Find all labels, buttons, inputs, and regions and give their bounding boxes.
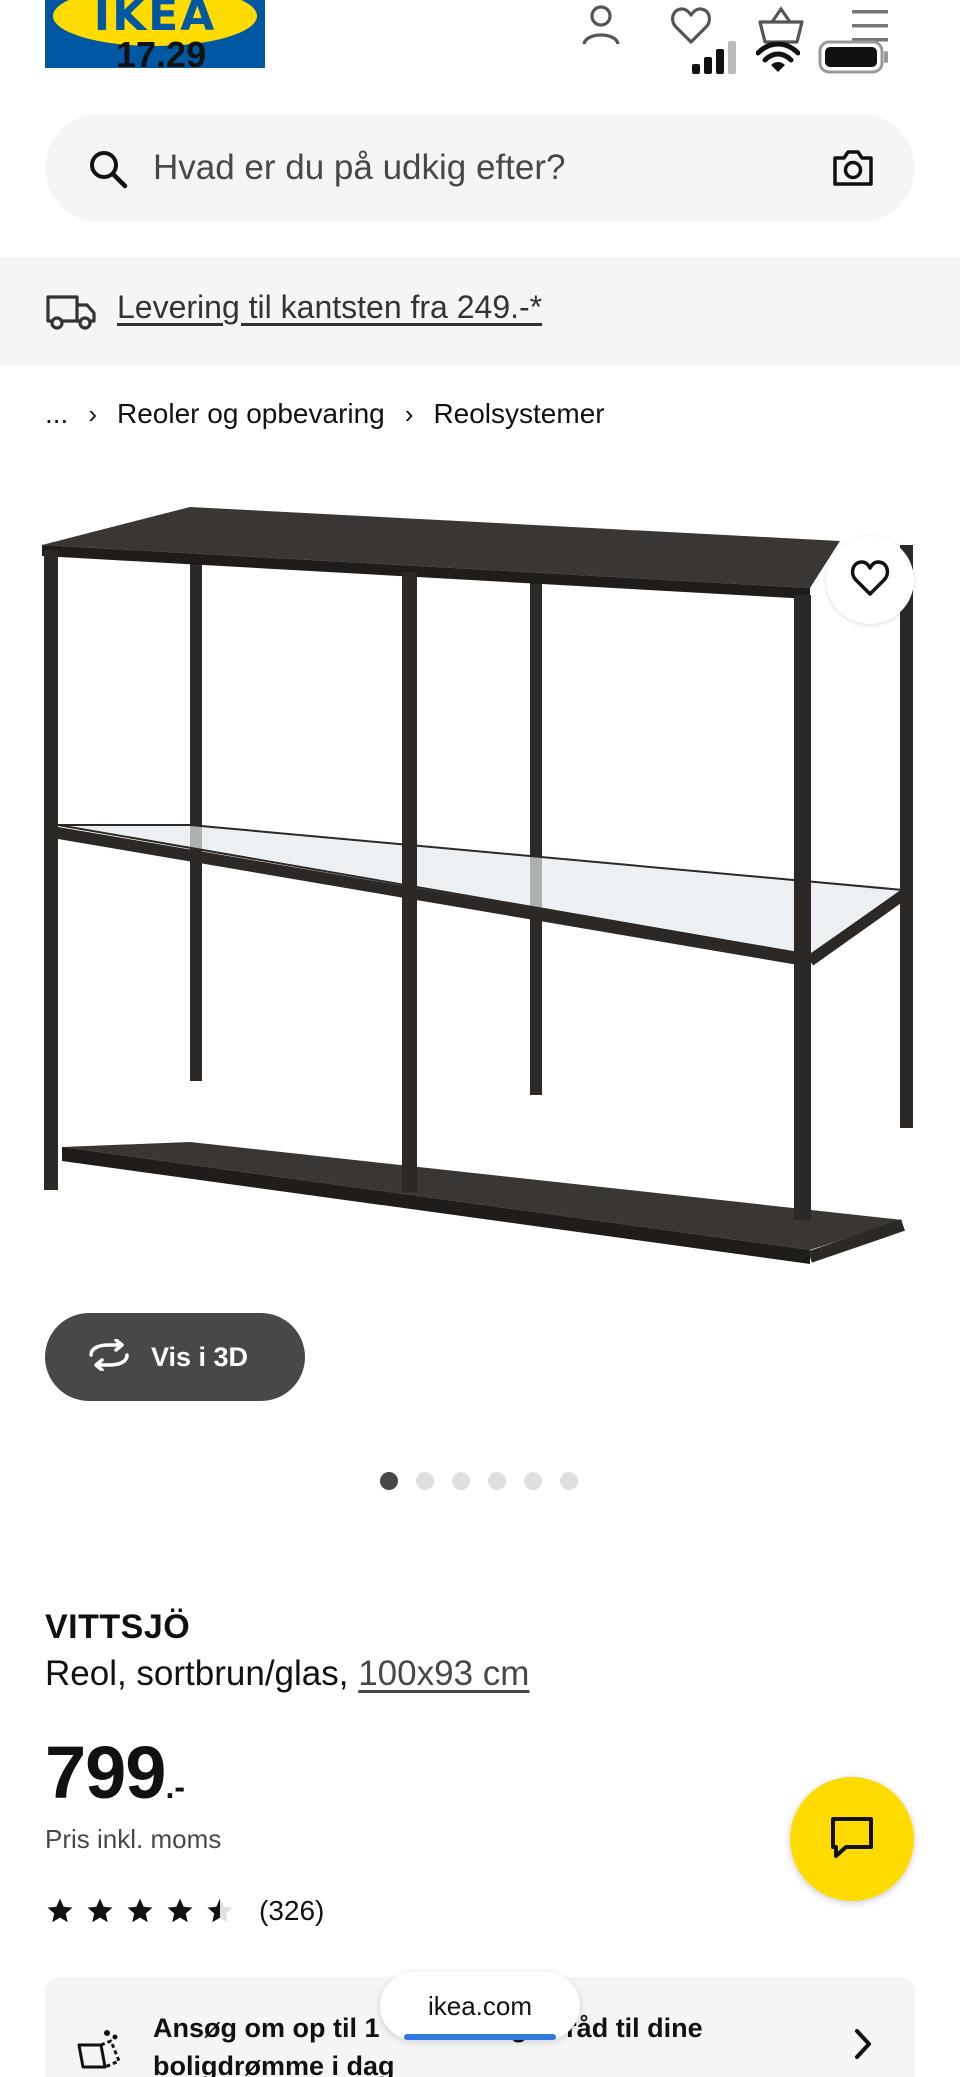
breadcrumb-item[interactable]: Reoler og opbevaring <box>117 398 385 430</box>
gallery-dot[interactable] <box>524 1472 542 1490</box>
camera-icon[interactable] <box>831 148 875 193</box>
delivery-link[interactable]: Levering til kantsten fra 249.-* <box>117 289 542 326</box>
star-icon <box>87 1898 113 1923</box>
chat-button[interactable] <box>790 1777 914 1901</box>
chevron-right-icon: › <box>404 398 414 429</box>
header: IKEA 17.29 <box>0 0 960 90</box>
product-image[interactable] <box>0 475 960 1455</box>
product-name: VITTSJÖ <box>45 1608 191 1646</box>
price-suffix: .- <box>165 1769 186 1805</box>
product-type: Reol, sortbrun/glas, <box>45 1654 359 1693</box>
rotate-3d-icon <box>85 1337 133 1376</box>
gallery-dot[interactable] <box>416 1472 434 1490</box>
chevron-right-icon <box>851 2027 875 2066</box>
search-bar[interactable]: Hvad er du på udkig efter? <box>45 114 915 222</box>
heart-icon <box>849 558 891 603</box>
view-in-3d-label: Vis i 3D <box>151 1341 249 1372</box>
price-amount: 799 <box>45 1731 166 1814</box>
chat-icon <box>828 1814 876 1865</box>
product-price: 799.- <box>45 1730 185 1815</box>
gallery-dot[interactable] <box>560 1472 578 1490</box>
review-count[interactable]: (326) <box>259 1895 324 1927</box>
star-icon <box>167 1898 193 1923</box>
status-time: 17.29 <box>116 34 207 75</box>
battery-icon <box>818 40 890 79</box>
star-icon <box>47 1898 73 1923</box>
financing-icon <box>75 2027 123 2076</box>
wifi-icon <box>755 41 801 79</box>
product-size-link[interactable]: 100x93 cm <box>358 1654 529 1693</box>
page-load-progress <box>404 2034 556 2040</box>
chevron-right-icon: › <box>88 398 98 429</box>
signal-icon <box>690 40 738 79</box>
rating-stars <box>45 1896 235 1926</box>
browser-url-pill[interactable]: ikea.com <box>380 1972 580 2040</box>
profile-icon[interactable] <box>578 2 624 53</box>
add-to-favourites-button[interactable] <box>826 536 914 624</box>
gallery-pagination <box>380 1472 578 1490</box>
search-input[interactable]: Hvad er du på udkig efter? <box>153 148 565 188</box>
view-in-3d-button[interactable]: Vis i 3D <box>45 1313 305 1401</box>
breadcrumb-ellipsis[interactable]: ... <box>45 398 68 430</box>
star-icon <box>127 1898 153 1923</box>
truck-icon <box>45 291 97 336</box>
delivery-banner[interactable]: Levering til kantsten fra 249.-* <box>0 257 960 365</box>
product-rating[interactable]: (326) <box>45 1895 324 1927</box>
gallery-dot[interactable] <box>452 1472 470 1490</box>
price-note: Pris inkl. moms <box>45 1824 222 1854</box>
gallery-dot[interactable] <box>488 1472 506 1490</box>
half-star-icon <box>207 1898 233 1923</box>
breadcrumb-item[interactable]: Reolsystemer <box>433 398 604 430</box>
product-description: Reol, sortbrun/glas, 100x93 cm <box>45 1654 529 1694</box>
search-icon <box>87 148 129 195</box>
gallery-dot[interactable] <box>380 1472 398 1490</box>
breadcrumb: ... › Reoler og opbevaring › Reolsysteme… <box>45 394 605 434</box>
